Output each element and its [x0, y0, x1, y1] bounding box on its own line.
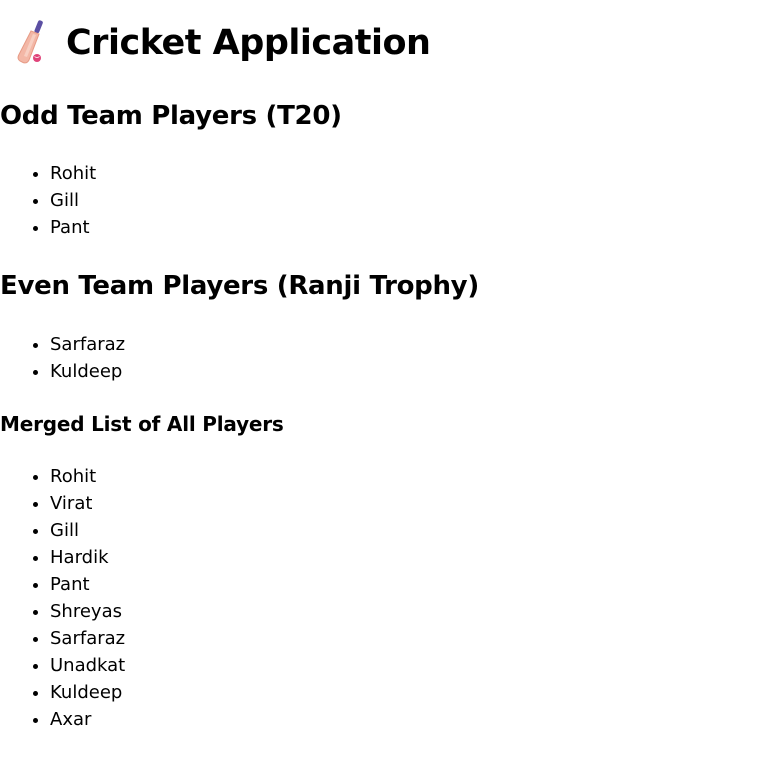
list-item: Axar — [50, 706, 125, 733]
list-item: Pant — [50, 571, 125, 598]
merged-player-list: Rohit Virat Gill Hardik Pant Shreyas Sar… — [0, 463, 125, 733]
app-title: Cricket Application — [12, 18, 431, 68]
odd-team-list: Rohit Gill Pant — [0, 160, 96, 241]
odd-team-heading: Odd Team Players (T20) — [0, 101, 342, 131]
app-title-text: Cricket Application — [66, 23, 431, 63]
list-item: Sarfaraz — [50, 331, 125, 358]
list-item: Unadkat — [50, 652, 125, 679]
list-item: Kuldeep — [50, 358, 125, 385]
list-item: Rohit — [50, 463, 125, 490]
list-item: Kuldeep — [50, 679, 125, 706]
list-item: Shreyas — [50, 598, 125, 625]
list-item: Gill — [50, 187, 96, 214]
list-item: Rohit — [50, 160, 96, 187]
merged-list-heading: Merged List of All Players — [0, 412, 284, 436]
list-item: Sarfaraz — [50, 625, 125, 652]
cricket-app-page: Cricket Application Odd Team Players (T2… — [0, 0, 757, 772]
list-item: Gill — [50, 517, 125, 544]
even-team-list: Sarfaraz Kuldeep — [0, 331, 125, 385]
list-item: Pant — [50, 214, 96, 241]
list-item: Virat — [50, 490, 125, 517]
cricket-bat-icon — [17, 20, 43, 64]
list-item: Hardik — [50, 544, 125, 571]
even-team-heading: Even Team Players (Ranji Trophy) — [0, 271, 479, 301]
